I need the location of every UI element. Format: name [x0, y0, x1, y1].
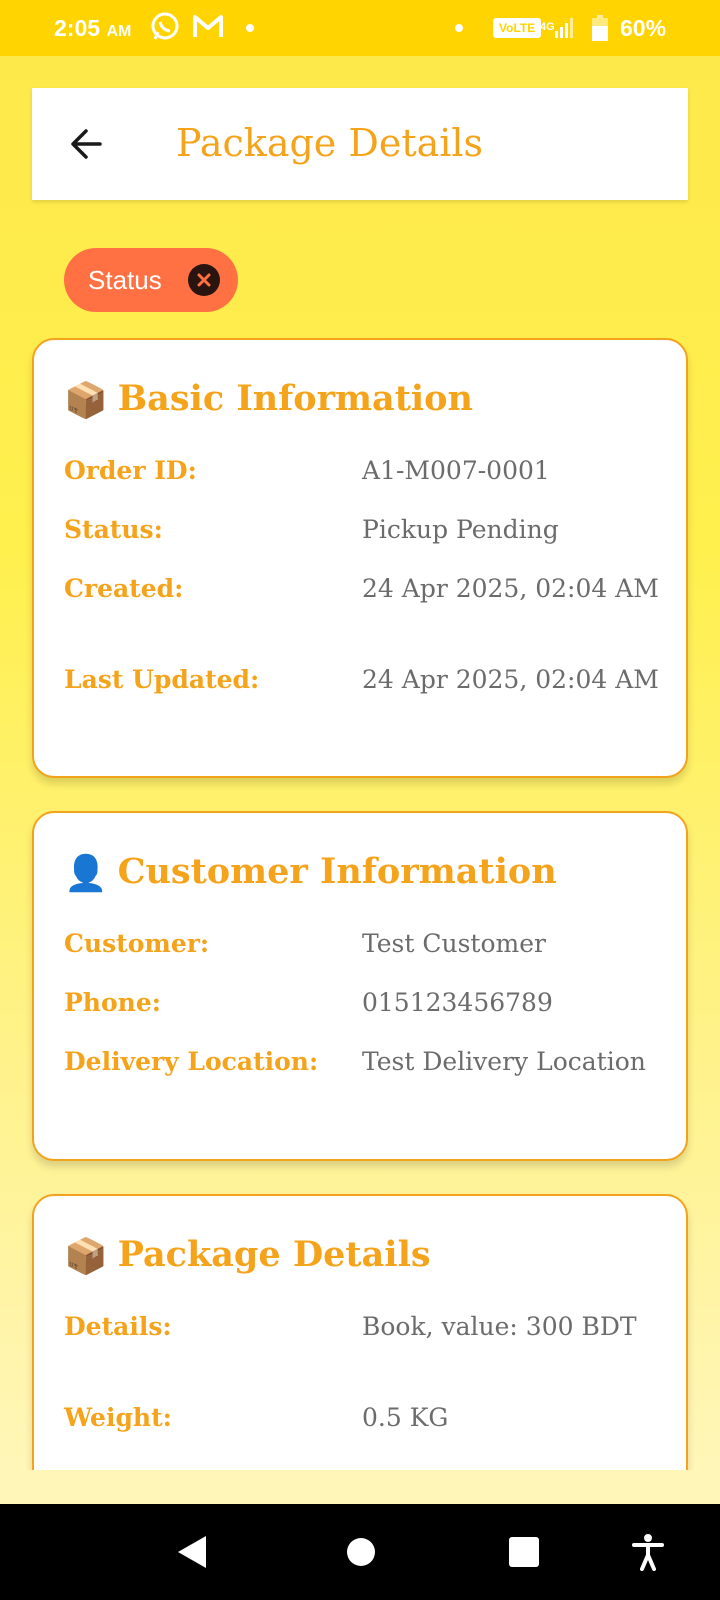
status-label: Status:: [64, 515, 163, 544]
screen-content[interactable]: Package Details Status 📦 Basic Informatio…: [0, 56, 720, 1470]
notification-dot: [246, 24, 254, 32]
delivery-location-value: Test Delivery Location: [362, 1047, 646, 1076]
package-icon: 📦: [64, 1236, 108, 1277]
customer-value: Test Customer: [362, 929, 546, 958]
close-circle-icon[interactable]: [188, 264, 220, 296]
arrow-left-icon[interactable]: [66, 122, 110, 166]
weight-label: Weight:: [64, 1403, 172, 1432]
details-label: Details:: [64, 1312, 172, 1341]
order-id-value: A1-M007-0001: [362, 456, 550, 485]
chip-label: Status: [88, 265, 162, 295]
bottom-inset: [0, 1470, 720, 1504]
battery-percentage: 60%: [620, 15, 667, 41]
delivery-location-label: Delivery Location:: [64, 1047, 319, 1076]
signal-icon: [555, 18, 573, 38]
notification-dot: [455, 24, 463, 32]
home-circle-icon[interactable]: [346, 1537, 376, 1567]
status-filter-chip[interactable]: Status: [64, 248, 238, 312]
card-title: 📦 Package Details: [64, 1234, 431, 1277]
recents-square-icon[interactable]: [509, 1537, 539, 1567]
app-bar: Package Details: [32, 88, 688, 200]
card-title: 📦 Basic Information: [64, 378, 473, 421]
weight-value: 0.5 KG: [362, 1403, 449, 1432]
user-icon: 👤: [64, 853, 108, 894]
package-details-card: 📦 Package Details Details: Book, value: 3…: [32, 1194, 688, 1470]
volte-badge: VoLTE: [493, 18, 542, 38]
details-value: Book, value: 300 BDT: [362, 1312, 637, 1341]
accessibility-icon[interactable]: [632, 1533, 664, 1571]
clock: 2:05 AM: [54, 15, 132, 41]
phone-value: 015123456789: [362, 988, 553, 1017]
basic-information-card: 📦 Basic Information Order ID: A1-M007-000…: [32, 338, 688, 778]
gmail-icon: [193, 15, 223, 37]
network-type: 4G: [540, 21, 555, 33]
order-id-label: Order ID:: [64, 456, 197, 485]
back-triangle-icon[interactable]: [176, 1534, 208, 1570]
system-nav-bar: [0, 1504, 720, 1600]
whatsapp-icon: [151, 12, 179, 40]
battery-icon: [592, 15, 608, 41]
page-title: Package Details: [176, 121, 484, 165]
last-updated-label: Last Updated:: [64, 665, 260, 694]
created-label: Created:: [64, 574, 184, 603]
card-title: 👤 Customer Information: [64, 851, 557, 894]
created-value: 24 Apr 2025, 02:04 AM: [362, 574, 659, 603]
customer-information-card: 👤 Customer Information Customer: Test Cus…: [32, 811, 688, 1161]
last-updated-value: 24 Apr 2025, 02:04 AM: [362, 665, 659, 694]
customer-label: Customer:: [64, 929, 210, 958]
status-bar: 2:05 AM VoLTE 4G 60%: [0, 0, 720, 56]
phone-label: Phone:: [64, 988, 161, 1017]
status-value: Pickup Pending: [362, 515, 559, 544]
package-icon: 📦: [64, 380, 108, 421]
